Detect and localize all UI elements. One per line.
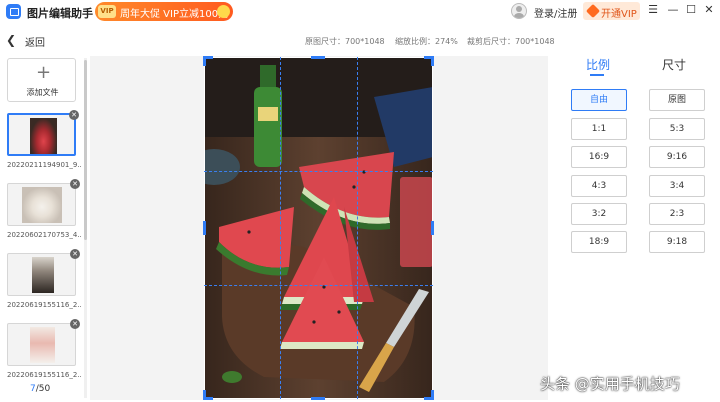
grid-guide-horizontal — [204, 171, 433, 172]
scrollbar-thumb[interactable] — [84, 60, 87, 240]
close-button[interactable]: ✕ — [702, 3, 716, 17]
total-file-count: /50 — [35, 384, 51, 394]
crop-handle-bottom[interactable] — [311, 397, 325, 400]
crop-handle-bottom-left[interactable] — [203, 390, 213, 400]
ratio-original-button[interactable]: 原图 — [649, 89, 705, 111]
tab-ratio[interactable]: 比例 — [586, 56, 610, 73]
back-arrow-icon[interactable]: ❮ — [6, 34, 20, 48]
plus-icon: + — [36, 62, 52, 83]
watermark-text: 头条 @实用手机技巧 — [540, 375, 680, 393]
file-name: 20220602170753_4... — [7, 231, 81, 239]
open-vip-button[interactable]: 开通VIP — [583, 2, 640, 20]
maximize-button[interactable]: ☐ — [684, 3, 698, 17]
crop-handle-top[interactable] — [311, 56, 325, 59]
avatar[interactable] — [511, 3, 527, 19]
coin-icon — [217, 5, 230, 18]
ratio-3-2-button[interactable]: 3:2 — [571, 203, 627, 225]
tab-size[interactable]: 尺寸 — [662, 56, 686, 73]
thumbnail-image — [32, 257, 54, 293]
editor-toolbar: ❮ 返回 原图尺寸：700*1048 缩放比例：274% 裁剪后尺寸：700*1… — [0, 26, 720, 54]
app-title: 图片编辑助手 — [27, 7, 93, 20]
file-thumbnail[interactable]: ✕ — [7, 179, 80, 226]
tab-active-indicator — [590, 74, 604, 76]
ratio-free-button[interactable]: 自由 — [571, 89, 627, 111]
file-counter: 7/50 — [30, 384, 50, 394]
file-name: 20220619155116_2... — [7, 301, 81, 309]
add-file-label: 添加文件 — [26, 88, 59, 97]
promo-banner[interactable]: VIP 周年大促 VIP立减100元 — [95, 2, 233, 21]
remove-file-icon[interactable]: ✕ — [70, 249, 80, 259]
back-button[interactable]: 返回 — [25, 34, 45, 49]
crop-handle-top-right[interactable] — [424, 56, 434, 66]
ratio-9-18-button[interactable]: 9:18 — [649, 231, 705, 253]
file-thumbnail[interactable]: ✕ — [7, 110, 79, 156]
grid-guide-vertical — [280, 57, 281, 399]
app-logo-icon — [6, 4, 21, 19]
file-thumbnail[interactable]: ✕ — [7, 249, 80, 296]
crop-handle-left[interactable] — [203, 221, 206, 235]
ratio-3-4-button[interactable]: 3:4 — [649, 175, 705, 197]
ratio-18-9-button[interactable]: 18:9 — [571, 231, 627, 253]
file-thumbnail[interactable]: ✕ — [7, 319, 80, 366]
remove-file-icon[interactable]: ✕ — [70, 319, 80, 329]
crop-frame[interactable] — [204, 57, 433, 399]
file-name: 20220211194901_9... — [7, 161, 81, 169]
diamond-icon — [585, 3, 601, 19]
crop-handle-top-left[interactable] — [203, 56, 213, 66]
original-size-label: 原图尺寸：700*1048 — [305, 37, 385, 46]
grid-guide-horizontal — [204, 285, 433, 286]
crop-handle-right[interactable] — [431, 221, 434, 235]
crop-options-panel: 比例 尺寸 自由 原图 1:1 5:3 16:9 9:16 4:3 3:4 3:… — [550, 54, 720, 402]
add-file-button[interactable]: + 添加文件 — [7, 58, 76, 102]
file-name: 20220619155116_2... — [7, 371, 81, 379]
ratio-1-1-button[interactable]: 1:1 — [571, 118, 627, 140]
ratio-9-16-button[interactable]: 9:16 — [649, 146, 705, 168]
ratio-4-3-button[interactable]: 4:3 — [571, 175, 627, 197]
file-list-panel: + 添加文件 ✕ 20220211194901_9... ✕ 202206021… — [0, 54, 88, 402]
zoom-label: 缩放比例：274% — [395, 37, 458, 46]
title-bar: 图片编辑助手 VIP 周年大促 VIP立减100元 登录/注册 开通VIP ☰ … — [0, 0, 720, 24]
minimize-button[interactable]: — — [666, 3, 680, 17]
promo-text: 周年大促 VIP立减100元 — [120, 9, 229, 20]
remove-file-icon[interactable]: ✕ — [69, 110, 79, 120]
ratio-16-9-button[interactable]: 16:9 — [571, 146, 627, 168]
remove-file-icon[interactable]: ✕ — [70, 179, 80, 189]
open-vip-label: 开通VIP — [601, 9, 637, 20]
thumbnail-image — [30, 327, 55, 363]
ratio-5-3-button[interactable]: 5:3 — [649, 118, 705, 140]
cropped-size-label: 裁剪后尺寸：700*1048 — [467, 37, 555, 46]
login-link[interactable]: 登录/注册 — [534, 5, 577, 20]
crop-handle-bottom-right[interactable] — [424, 390, 434, 400]
thumbnail-image — [22, 187, 62, 223]
menu-icon[interactable]: ☰ — [646, 3, 660, 17]
thumbnail-image — [30, 118, 57, 154]
vip-badge-icon: VIP — [98, 5, 116, 18]
ratio-2-3-button[interactable]: 2:3 — [649, 203, 705, 225]
grid-guide-vertical — [357, 57, 358, 399]
